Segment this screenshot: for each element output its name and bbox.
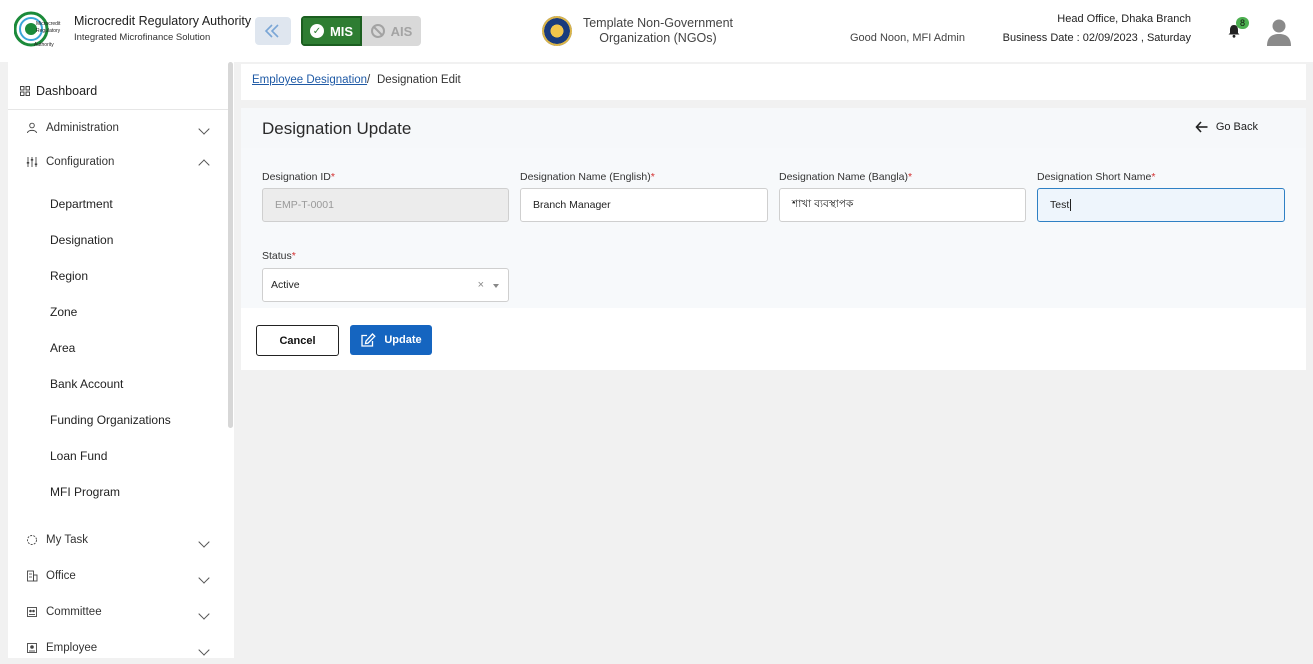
- sliders-icon: [26, 157, 38, 167]
- government-seal-icon: [542, 16, 572, 46]
- sidebar-item-committee[interactable]: Committee: [26, 606, 102, 618]
- designation-short-name-label: Designation Short Name*: [1037, 171, 1156, 183]
- designation-name-bangla-label: Designation Name (Bangla)*: [779, 171, 913, 183]
- designation-name-bangla-input[interactable]: শাখা ব্যবস্থাপক: [779, 188, 1026, 222]
- status-value: Active: [271, 279, 300, 291]
- designation-name-english-label: Designation Name (English)*: [520, 171, 655, 183]
- notification-badge: 8: [1236, 17, 1249, 29]
- chevron-down-icon: [198, 123, 210, 135]
- go-back-label: Go Back: [1215, 121, 1258, 133]
- sidebar-item-my-task[interactable]: My Task: [26, 534, 88, 546]
- chevron-down-icon: [198, 644, 210, 656]
- designation-id-label: Designation ID*: [262, 171, 335, 183]
- breadcrumb-employee-designation[interactable]: Employee Designation: [252, 74, 367, 86]
- sidebar-scrollbar[interactable]: [228, 62, 233, 428]
- sidebar-item-dashboard[interactable]: Dashboard: [20, 84, 97, 98]
- organization-name: Template Non-Government Organization (NG…: [578, 16, 738, 46]
- top-header: Microcredit Regulatory Authority Microcr…: [0, 0, 1313, 62]
- status-label: Status*: [262, 250, 296, 262]
- ais-mode-button[interactable]: AIS: [362, 16, 421, 46]
- text-caret: [1070, 199, 1072, 211]
- branch-name: Head Office, Dhaka Branch: [1057, 13, 1191, 25]
- breadcrumb: Employee Designation / Designation Edit: [241, 64, 1306, 100]
- form-fields: Designation ID* EMP-T-0001 Designation N…: [241, 148, 1306, 308]
- chevron-down-icon: [198, 536, 210, 548]
- update-label: Update: [384, 334, 422, 346]
- configuration-label: Configuration: [46, 156, 115, 168]
- cancel-button[interactable]: Cancel: [256, 325, 339, 356]
- brand-subtitle: Integrated Microfinance Solution: [74, 32, 211, 43]
- employee-icon: [27, 643, 37, 653]
- org-name-line1: Template Non-Government: [582, 16, 734, 30]
- double-chevron-left-icon: [264, 24, 279, 38]
- sidebar-item-configuration[interactable]: Configuration: [26, 156, 114, 168]
- designation-id-input: EMP-T-0001: [262, 188, 509, 222]
- go-back-button[interactable]: Go Back: [1195, 121, 1258, 133]
- status-select[interactable]: Active ×: [262, 268, 509, 302]
- logo-text-2: Regulatory: [36, 28, 61, 34]
- org-name-line2: Organization (NGOs): [599, 31, 717, 45]
- edit-icon: [361, 332, 377, 347]
- card-header: Designation Update Go Back: [241, 108, 1306, 148]
- ban-icon: [370, 24, 385, 38]
- mis-label: MIS: [329, 23, 354, 39]
- designation-short-name-input[interactable]: Test: [1037, 188, 1285, 222]
- chevron-down-icon: [198, 572, 210, 584]
- sidebar-item-administration[interactable]: Administration: [26, 122, 119, 134]
- logo-text-3: Authority: [34, 42, 54, 48]
- breadcrumb-separator: /: [367, 74, 371, 86]
- dashboard-label: Dashboard: [36, 84, 98, 98]
- arrow-left-icon: [1195, 121, 1208, 133]
- sidebar-item-bank-account[interactable]: Bank Account: [50, 377, 123, 391]
- sidebar-item-mfi-program[interactable]: MFI Program: [50, 485, 120, 499]
- committee-label: Committee: [46, 606, 102, 618]
- logo-text-1: Microcredit: [36, 21, 61, 27]
- update-button[interactable]: Update: [350, 325, 432, 355]
- sidebar-item-area[interactable]: Area: [50, 341, 75, 355]
- sidebar-collapse-button[interactable]: [255, 17, 291, 45]
- sidebar-item-designation[interactable]: Designation: [50, 233, 113, 247]
- sidebar-item-office[interactable]: Office: [26, 570, 76, 582]
- designation-name-english-input[interactable]: Branch Manager: [520, 188, 768, 222]
- task-icon: [27, 535, 37, 545]
- brand-title: Microcredit Regulatory Authority: [74, 14, 252, 28]
- sidebar-item-zone[interactable]: Zone: [50, 305, 77, 319]
- ais-label: AIS: [390, 23, 413, 39]
- office-icon: [27, 570, 38, 582]
- my-task-label: My Task: [46, 534, 88, 546]
- employee-label: Employee: [46, 642, 98, 654]
- check-circle-icon: ✓: [309, 24, 324, 38]
- business-date: Business Date : 02/09/2023 , Saturday: [1002, 32, 1191, 44]
- caret-down-icon[interactable]: [493, 284, 499, 288]
- sidebar-item-funding-organizations[interactable]: Funding Organizations: [50, 413, 171, 427]
- committee-icon: [27, 607, 37, 617]
- chevron-down-icon: [198, 608, 210, 620]
- sidebar-item-department[interactable]: Department: [50, 197, 113, 211]
- module-switch: ✓ MIS AIS: [301, 16, 421, 46]
- mra-logo: Microcredit Regulatory Authority: [14, 11, 61, 48]
- sidebar-item-loan-fund[interactable]: Loan Fund: [50, 449, 107, 463]
- grid-icon: [20, 86, 30, 96]
- administration-label: Administration: [46, 122, 119, 134]
- user-greeting: Good Noon, MFI Admin: [850, 32, 965, 44]
- chevron-up-icon: [198, 159, 210, 171]
- clear-icon[interactable]: ×: [478, 279, 484, 291]
- short-name-value: Test: [1050, 199, 1070, 211]
- user-avatar-icon[interactable]: [1266, 18, 1292, 46]
- office-label: Office: [46, 570, 76, 582]
- mis-mode-button[interactable]: ✓ MIS: [301, 16, 362, 46]
- breadcrumb-current: Designation Edit: [377, 74, 461, 86]
- designation-form-card: Designation Update Go Back Designation I…: [241, 108, 1306, 370]
- page-title: Designation Update: [262, 119, 412, 138]
- sidebar-item-region[interactable]: Region: [50, 269, 88, 283]
- sidebar: Dashboard Administration Configuration D…: [8, 62, 234, 658]
- sidebar-divider: [8, 109, 228, 110]
- sidebar-item-employee[interactable]: Employee: [26, 642, 97, 654]
- users-icon: [27, 122, 37, 134]
